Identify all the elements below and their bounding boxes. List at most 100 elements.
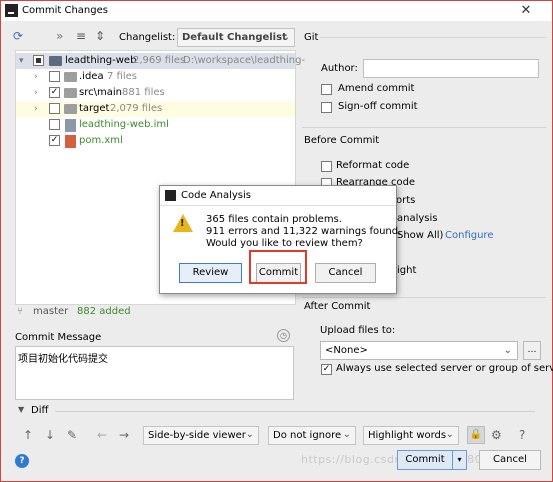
- tree-item-count: 7 files: [107, 71, 137, 82]
- dialog-line-3: Would you like to review them?: [206, 238, 363, 249]
- intellij-icon: [5, 4, 18, 17]
- diff-toolbar: ↑ ↓ ✎ ← → Side-by-side viewer ⌄ Do not i…: [15, 425, 545, 445]
- tree-item-name: leadthing-web.iml: [79, 119, 169, 130]
- changelist-value: Default Changelist: [182, 32, 287, 43]
- xml-file-icon: [65, 135, 76, 148]
- amend-commit-label: Amend commit: [338, 83, 415, 94]
- tree-row-target[interactable]: › target 2,079 files: [16, 101, 295, 117]
- tree-item-name: target: [79, 103, 110, 114]
- signoff-commit-label: Sign-off commit: [338, 101, 418, 112]
- help-icon[interactable]: ?: [519, 428, 525, 442]
- tree-row-pom[interactable]: ✓ pom.xml: [16, 133, 295, 149]
- refresh-icon[interactable]: ⟳: [13, 29, 23, 43]
- branch-status: ⑂ master 882 added: [15, 305, 296, 319]
- commit-button[interactable]: Commit: [397, 450, 453, 470]
- dialog-cancel-button[interactable]: Cancel: [315, 263, 376, 283]
- src-main-checkbox[interactable]: ✓: [49, 87, 60, 98]
- pom-checkbox[interactable]: ✓: [49, 135, 60, 146]
- collapse-all-icon[interactable]: ≡: [76, 29, 86, 43]
- expand-all-icon[interactable]: »: [56, 29, 63, 43]
- upload-server-dropdown[interactable]: <None> ⌄: [320, 341, 518, 360]
- lock-icon[interactable]: 🔒: [467, 426, 485, 444]
- author-label: Author:: [321, 63, 358, 74]
- divider: [302, 127, 546, 128]
- added-count: 882 added: [77, 306, 131, 317]
- before-commit-title: Before Commit: [304, 135, 380, 146]
- chevron-down-icon: ⌄: [245, 429, 254, 440]
- tree-row-src-main[interactable]: › ✓ src\main 881 files: [16, 85, 295, 101]
- iml-checkbox[interactable]: [49, 119, 60, 130]
- author-input[interactable]: [363, 59, 539, 78]
- arrow-left-icon[interactable]: ←: [97, 428, 107, 442]
- idea-checkbox[interactable]: [49, 71, 60, 82]
- tree-item-count: 2,079 files: [110, 103, 163, 114]
- dialog-line-2: 911 errors and 11,322 warnings found.: [206, 226, 402, 237]
- changelist-label: Changelist:: [119, 32, 176, 43]
- group-by-icon[interactable]: ⇕: [95, 29, 105, 43]
- chevron-down-icon[interactable]: ▾: [19, 56, 24, 66]
- branch-name: master: [33, 306, 69, 317]
- history-icon[interactable]: ◷: [277, 329, 290, 342]
- triangle-down-icon[interactable]: ▼: [18, 405, 24, 414]
- close-icon[interactable]: ✕: [501, 1, 551, 21]
- highlight-dropdown[interactable]: Highlight words ⌄: [363, 426, 459, 445]
- folder-icon: [64, 72, 77, 82]
- optimize-imports-label: orts: [396, 195, 416, 206]
- commit-options-arrow[interactable]: ▾: [453, 450, 467, 470]
- dialog-title: Code Analysis: [181, 190, 251, 201]
- tree-row-root[interactable]: ▾ leadthing-web 2,969 files D:\workspace…: [16, 53, 305, 69]
- divider: [302, 297, 546, 298]
- tree-item-name: .idea: [79, 71, 104, 82]
- whitespace-value: Do not ignore: [273, 430, 342, 441]
- title-bar: Commit Changes ✕: [1, 1, 552, 21]
- more-button[interactable]: …: [523, 341, 541, 360]
- always-use-label: Always use selected server or group of s…: [336, 363, 553, 374]
- tree-item-name: src\main: [79, 87, 122, 98]
- chevron-down-icon: ⌄: [342, 429, 351, 440]
- dialog-title-bar: Code Analysis: [160, 186, 396, 206]
- reformat-code-checkbox[interactable]: [321, 161, 332, 172]
- chevron-right-icon[interactable]: ›: [34, 104, 38, 114]
- root-path: D:\workspace\leadthing-: [183, 55, 306, 66]
- window-title: Commit Changes: [22, 5, 108, 16]
- cancel-button[interactable]: Cancel: [479, 450, 541, 470]
- reformat-code-label: Reformat code: [336, 160, 410, 171]
- branch-icon: ⑂: [17, 306, 23, 317]
- diff-label: Diff: [31, 405, 49, 416]
- root-checkbox[interactable]: [33, 55, 44, 66]
- commit-message-label: Commit Message: [15, 332, 102, 343]
- always-use-checkbox[interactable]: ✓: [321, 364, 332, 375]
- configure-link[interactable]: Configure: [445, 230, 493, 241]
- review-button[interactable]: Review: [179, 263, 242, 283]
- viewer-mode-value: Side-by-side viewer: [148, 430, 246, 441]
- iml-file-icon: [65, 119, 76, 132]
- commit-changes-window: Commit Changes ✕ ⟳ » ≡ ⇕ Changelist: Def…: [0, 0, 553, 482]
- gear-icon[interactable]: ⚙: [491, 428, 502, 442]
- todo-label: ight: [397, 265, 417, 276]
- arrow-right-icon[interactable]: →: [119, 428, 129, 442]
- amend-commit-checkbox[interactable]: [321, 84, 332, 95]
- code-analysis-label: analysis: [397, 213, 438, 224]
- chevron-down-icon: ⌄: [445, 429, 454, 440]
- show-all-label: Show All): [397, 230, 444, 241]
- viewer-mode-dropdown[interactable]: Side-by-side viewer ⌄: [143, 426, 259, 445]
- highlight-box: [249, 250, 307, 284]
- edit-icon[interactable]: ✎: [67, 428, 77, 442]
- chevron-right-icon[interactable]: ›: [34, 72, 38, 82]
- dialog-line-1: 365 files contain problems.: [206, 214, 342, 225]
- whitespace-dropdown[interactable]: Do not ignore ⌄: [268, 426, 356, 445]
- tree-row-iml[interactable]: leadthing-web.iml: [16, 117, 295, 133]
- tree-row-idea[interactable]: › .idea 7 files: [16, 69, 295, 85]
- divider: [320, 37, 546, 38]
- commit-message-input[interactable]: 项目初始化代码提交: [15, 346, 294, 400]
- arrow-up-icon[interactable]: ↑: [23, 428, 33, 442]
- changelist-dropdown[interactable]: Default Changelist ⌄: [177, 28, 295, 47]
- arrow-down-icon[interactable]: ↓: [45, 428, 55, 442]
- chevron-right-icon[interactable]: ›: [34, 88, 38, 98]
- upload-label: Upload files to:: [320, 325, 396, 336]
- help-icon[interactable]: ?: [15, 454, 29, 468]
- warning-mark: !: [180, 218, 185, 229]
- target-checkbox[interactable]: [49, 103, 60, 114]
- root-count: 2,969 files: [133, 55, 186, 66]
- signoff-commit-checkbox[interactable]: [321, 102, 332, 113]
